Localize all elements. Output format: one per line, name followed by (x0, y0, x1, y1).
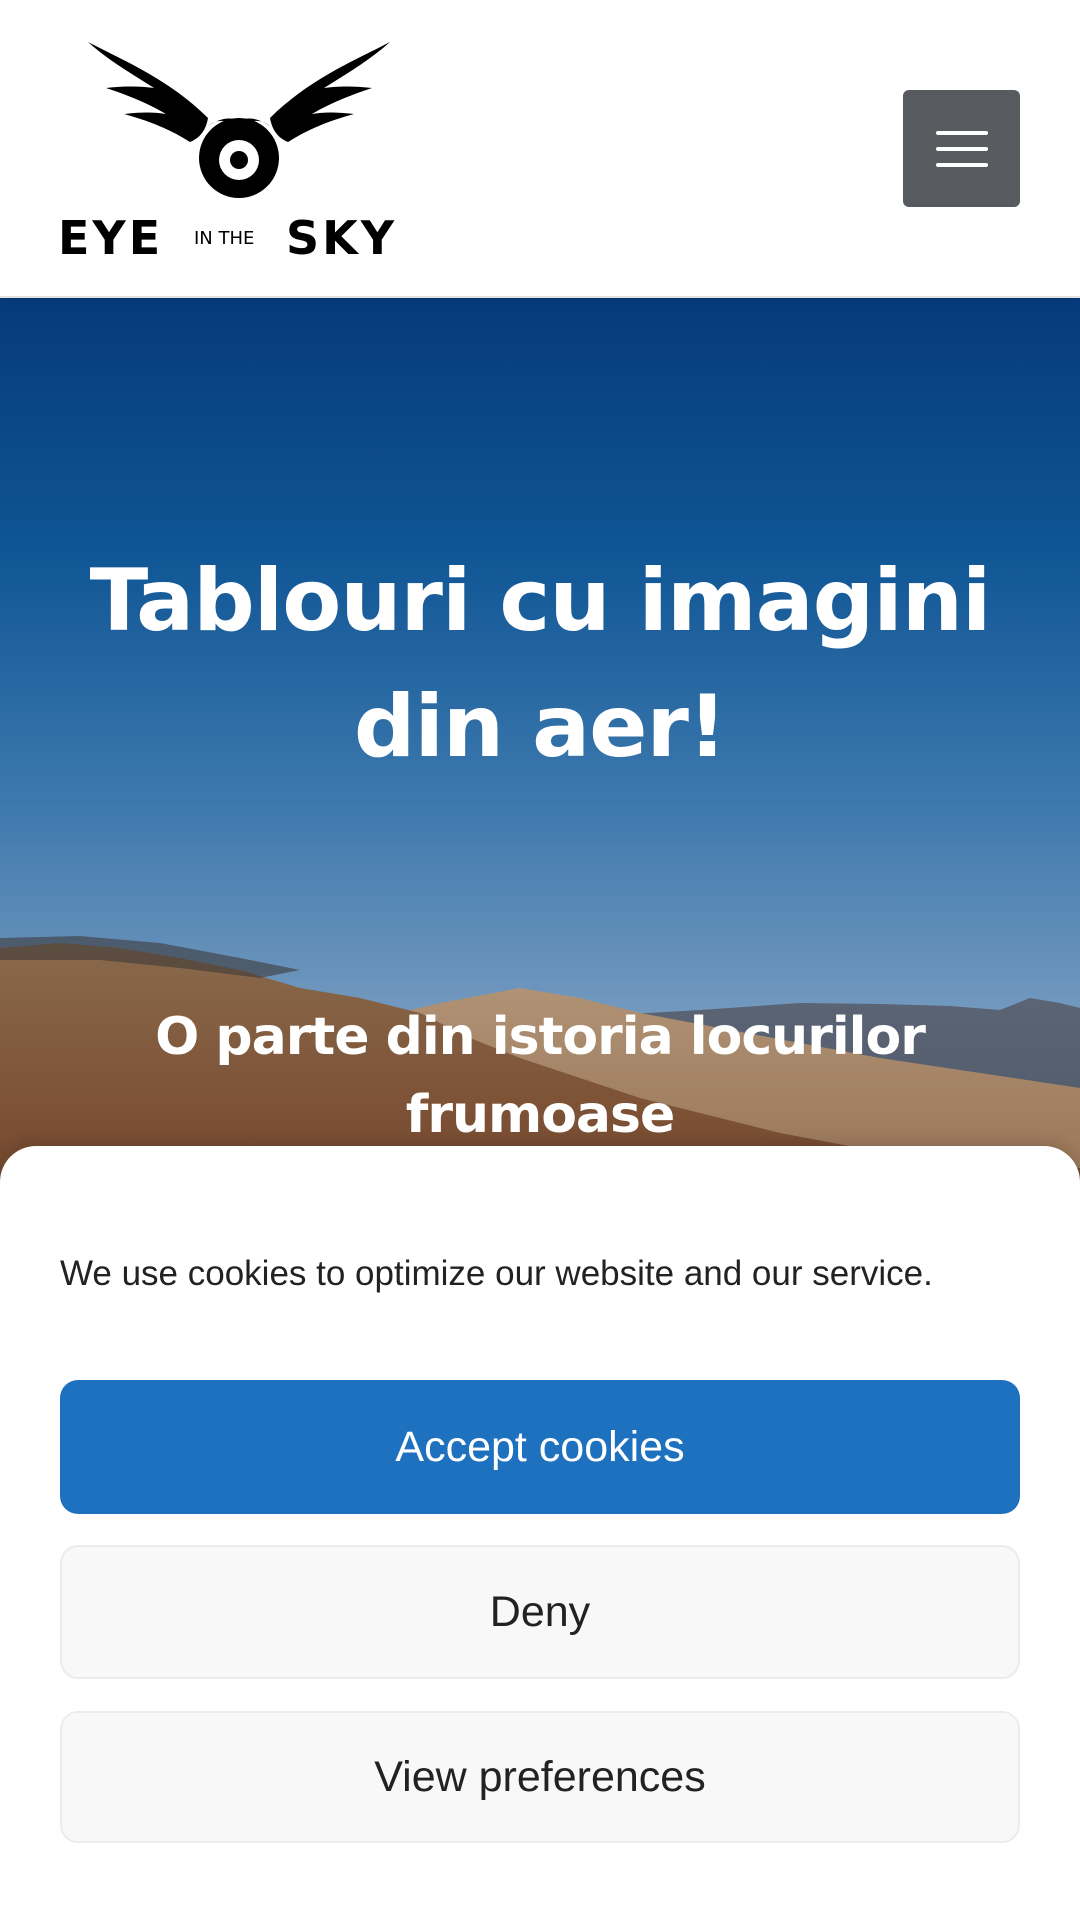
menu-button[interactable] (903, 90, 1020, 207)
hero-subtitle: O parte din istoria locurilor frumoase (155, 1007, 926, 1145)
eye-in-the-sky-logo-icon: EYE IN THE SKY (58, 42, 397, 260)
view-preferences-button[interactable]: View preferences (60, 1711, 1020, 1843)
logo-text-eye: EYE (58, 211, 163, 260)
page: EYE IN THE SKY Tablouri cu imagini din a… (0, 0, 1080, 1920)
logo-text-sky: SKY (286, 211, 397, 260)
logo-text-in-the: IN THE (194, 228, 254, 249)
cookie-consent-banner: We use cookies to optimize our website a… (0, 1146, 1080, 1920)
accept-cookies-button[interactable]: Accept cookies (60, 1380, 1020, 1514)
site-logo[interactable]: EYE IN THE SKY (58, 38, 424, 260)
hamburger-menu-icon (935, 130, 988, 167)
deny-cookies-button[interactable]: Deny (60, 1545, 1020, 1679)
site-header: EYE IN THE SKY (0, 0, 1080, 298)
hero-title: Tablouri cu imagini din aer! (89, 551, 992, 777)
cookie-message: We use cookies to optimize our website a… (60, 1254, 933, 1293)
